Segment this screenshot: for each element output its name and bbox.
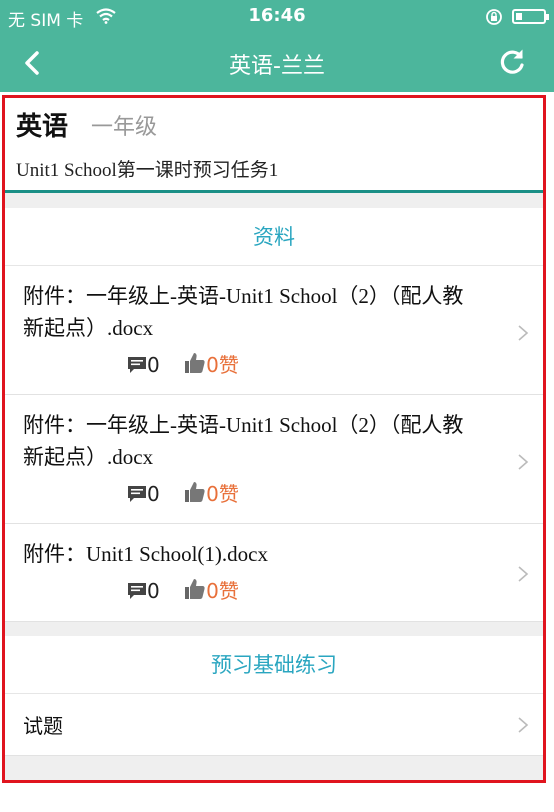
attachment-stats: 0 0赞	[127, 575, 239, 604]
status-time: 16:46	[248, 5, 306, 26]
subject-label: 英语	[16, 112, 69, 142]
chevron-right-icon	[518, 325, 529, 341]
section-gap	[5, 193, 543, 208]
status-bar: 无 SIM 卡 16:46	[0, 0, 554, 34]
highlight-frame: 英语 一年级 Unit1 School第一课时预习任务1 资料 附件：一年级上-…	[2, 95, 546, 783]
attachment-name: 附件：一年级上-英语-Unit1 School（2）（配人教 新起点）.docx	[23, 284, 464, 340]
comment-icon	[128, 357, 146, 373]
questions-label: 试题	[23, 714, 63, 738]
comment-icon	[128, 486, 146, 502]
practice-section-title: 预习基础练习	[5, 636, 543, 694]
task-title: Unit1 School第一课时预习任务1	[16, 160, 279, 181]
attachment-stats: 0 0赞	[127, 478, 239, 507]
comment-count: 0	[147, 353, 160, 377]
materials-section-title: 资料	[5, 208, 543, 266]
attachment-item[interactable]: 附件：Unit1 School(1).docx 0 0赞	[5, 524, 543, 622]
task-header: 英语 一年级 Unit1 School第一课时预习任务1	[5, 98, 543, 193]
task-content: 英语 一年级 Unit1 School第一课时预习任务1 资料 附件：一年级上-…	[5, 98, 543, 780]
like-count: 0赞	[206, 579, 239, 603]
thumbs-up-icon[interactable]	[184, 352, 206, 374]
section-gap	[5, 756, 543, 780]
chevron-right-icon	[518, 454, 529, 470]
chevron-right-icon	[518, 717, 529, 733]
thumbs-up-icon[interactable]	[184, 481, 206, 503]
attachment-item[interactable]: 附件：一年级上-英语-Unit1 School（2）（配人教 新起点）.docx…	[5, 266, 543, 395]
attachment-name: 附件：一年级上-英语-Unit1 School（2）（配人教 新起点）.docx	[23, 413, 464, 469]
comment-count: 0	[147, 482, 160, 506]
comment-icon	[128, 583, 146, 599]
thumbs-up-icon[interactable]	[184, 578, 206, 600]
attachment-stats: 0 0赞	[127, 349, 239, 378]
like-count: 0赞	[206, 482, 239, 506]
section-gap	[5, 622, 543, 636]
attachment-item[interactable]: 附件：一年级上-英语-Unit1 School（2）（配人教 新起点）.docx…	[5, 395, 543, 524]
like-count: 0赞	[206, 353, 239, 377]
grade-label: 一年级	[91, 115, 158, 140]
comment-count: 0	[147, 579, 160, 603]
page-title: 英语-兰兰	[229, 54, 325, 79]
list-item-questions[interactable]: 试题	[5, 694, 543, 756]
nav-bar: 英语-兰兰	[0, 34, 554, 92]
rotation-lock-icon	[486, 9, 502, 25]
refresh-icon[interactable]	[496, 46, 528, 78]
attachment-name: 附件：Unit1 School(1).docx	[23, 542, 268, 566]
battery-icon	[512, 9, 549, 24]
chevron-right-icon	[518, 566, 529, 582]
